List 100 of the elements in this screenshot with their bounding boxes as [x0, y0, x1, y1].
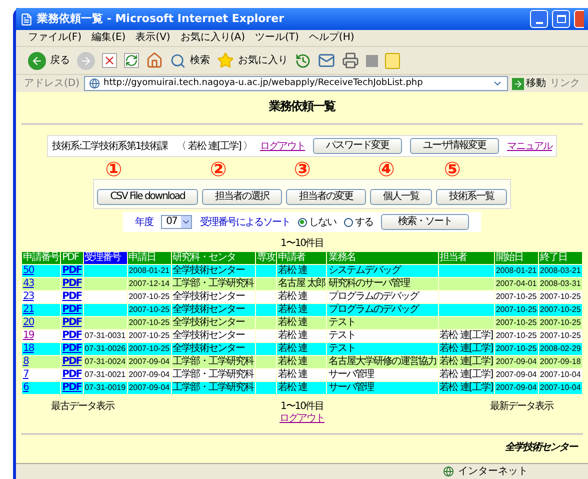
column-header[interactable]: 終了日 — [538, 252, 582, 264]
table-cell: プログラムのデバッグ — [328, 304, 418, 315]
home-icon[interactable] — [146, 52, 163, 69]
column-header[interactable]: 受理番号 — [84, 252, 127, 264]
table-cell: 若松 連 — [278, 356, 308, 367]
column-header[interactable]: 開始日 — [494, 252, 538, 264]
print-icon[interactable] — [342, 52, 359, 69]
search-icon — [170, 52, 186, 68]
menu-item[interactable]: ツール(T) — [255, 32, 299, 44]
table-cell: システムデバッグ — [328, 265, 400, 276]
stop-icon[interactable] — [102, 53, 117, 68]
sort-radio[interactable]: する — [344, 214, 373, 230]
pdf-link[interactable]: PDF — [62, 265, 82, 276]
table-cell: 2007-10-25 — [128, 292, 170, 301]
table-cell: 全学技術センター — [172, 317, 245, 328]
annotation-number: ③ — [294, 159, 310, 179]
logout-link[interactable]: ログアウト — [260, 138, 306, 154]
table-cell: 若松 連[工学] — [440, 369, 493, 380]
go-button[interactable]: 移動 — [512, 76, 546, 91]
table-cell: 2007-10-25 — [496, 292, 537, 301]
table-cell: 工学部・工学研究科 — [172, 356, 254, 367]
address-label: アドレス(D) — [24, 77, 80, 91]
action-button[interactable]: 個人一覧 — [370, 189, 432, 205]
pdf-link[interactable]: PDF — [62, 291, 82, 302]
links-label[interactable]: リンク — [550, 76, 580, 91]
table-cell: 全学技術センター — [172, 291, 245, 302]
logout-link[interactable]: ログアウト — [279, 413, 324, 425]
refresh-icon[interactable] — [124, 53, 139, 68]
table-cell: 2008-01-21 — [496, 266, 537, 275]
table-cell: 若松 連 — [278, 330, 308, 341]
action-button[interactable]: CSV File download — [97, 189, 198, 205]
search-sort-button[interactable]: 検索・ソート — [380, 214, 469, 230]
action-button[interactable]: 担当者の選択 — [202, 189, 282, 205]
oldest-data-link[interactable]: 最古データ表示 — [51, 401, 114, 425]
request-number-link[interactable]: 8 — [23, 356, 28, 367]
annotation-number: ① — [105, 159, 122, 179]
menu-item[interactable]: 表示(V) — [136, 32, 170, 44]
menu-item[interactable]: ヘルプ(H) — [308, 32, 354, 44]
table-cell: 若松 連 — [278, 291, 308, 302]
search-button[interactable]: 検索 — [170, 52, 210, 68]
table-cell: 全学技術センター — [172, 343, 245, 354]
menu-item[interactable]: 編集(E) — [92, 32, 126, 44]
pdf-link[interactable]: PDF — [62, 382, 82, 393]
signature: 全学技術センター — [505, 440, 577, 455]
table-cell: 若松 連 — [278, 382, 308, 393]
history-icon[interactable] — [295, 52, 311, 68]
table-cell: 2007-10-25 — [540, 292, 581, 301]
pdf-link[interactable]: PDF — [62, 330, 82, 341]
column-header[interactable]: 申請日 — [128, 252, 171, 264]
menu-item[interactable]: お気に入り(A) — [180, 32, 245, 44]
pdf-link[interactable]: PDF — [62, 317, 82, 328]
table-cell: 名古屋 太郎 — [278, 278, 326, 289]
column-header[interactable]: 申請者 — [277, 252, 326, 264]
column-header[interactable]: 専攻 — [256, 252, 276, 264]
column-header[interactable]: 研究科・センタ — [172, 252, 255, 264]
table-cell: 2007-10-04 — [540, 383, 581, 392]
table-cell: 研究科のサーバ管理 — [328, 278, 410, 289]
user-info: 技術系:工学技術系第1技術課 〈 若松 連[工学] 〉 — [52, 140, 252, 154]
table-cell: 07-31-0024 — [84, 357, 126, 366]
table-cell: 07-31-0026 — [84, 344, 126, 353]
address-field[interactable]: http://gyomuirai.tech.nagoya-u.ac.jp/webapply/ReceiveTechJobList.php — [84, 76, 508, 91]
request-number-link[interactable]: 6 — [23, 382, 28, 393]
close-button[interactable] — [574, 10, 584, 28]
user-button[interactable]: パスワード変更 — [313, 138, 402, 154]
year-select[interactable]: 07 — [161, 215, 192, 229]
table-cell: 2008-03-21 — [540, 266, 581, 275]
column-header[interactable]: 申請番号 — [22, 252, 60, 264]
pdf-link[interactable]: PDF — [62, 278, 82, 289]
manual-link[interactable]: マニュアル — [507, 138, 552, 154]
user-button[interactable]: ユーザ情報変更 — [410, 138, 500, 154]
pdf-link[interactable]: PDF — [62, 356, 82, 367]
back-button[interactable]: 戻る — [28, 52, 70, 70]
sort-radio[interactable]: しない — [298, 214, 336, 230]
pdf-link[interactable]: PDF — [62, 369, 82, 380]
table-cell: テスト — [328, 317, 356, 328]
table-cell: 07-31-0031 — [84, 331, 126, 340]
globe-icon — [88, 78, 100, 89]
pdf-link[interactable]: PDF — [62, 343, 82, 354]
column-header[interactable]: 担当者 — [438, 252, 494, 264]
minimize-button[interactable] — [530, 10, 548, 28]
favorites-button[interactable]: お気に入り — [217, 52, 288, 69]
table-cell: 2007-09-04 — [128, 370, 170, 379]
menu-item[interactable]: ファイル(F) — [28, 32, 82, 44]
newest-data-link[interactable]: 最新データ表示 — [490, 401, 553, 425]
request-number-link[interactable]: 7 — [23, 369, 28, 380]
star-icon — [217, 52, 234, 69]
mail-icon[interactable] — [318, 52, 335, 69]
table-cell: 2007-09-04 — [496, 383, 537, 392]
table-cell: 2007-10-04 — [540, 370, 581, 379]
action-button[interactable]: 担当者の変更 — [286, 189, 366, 205]
table-cell: 2007-10-25 — [540, 331, 581, 340]
column-header[interactable]: 業務名 — [327, 252, 438, 264]
column-header[interactable]: PDF — [61, 252, 83, 264]
action-button[interactable]: 技術系一覧 — [436, 189, 507, 205]
page-title: 業務依頼一覧 — [269, 98, 335, 115]
maximize-button[interactable] — [552, 10, 570, 28]
pdf-link[interactable]: PDF — [62, 304, 82, 315]
sort-label: 受理番号によるソート — [200, 216, 290, 230]
table-cell: 2007-10-25 — [496, 331, 537, 340]
annotation-number: ④ — [378, 159, 394, 179]
